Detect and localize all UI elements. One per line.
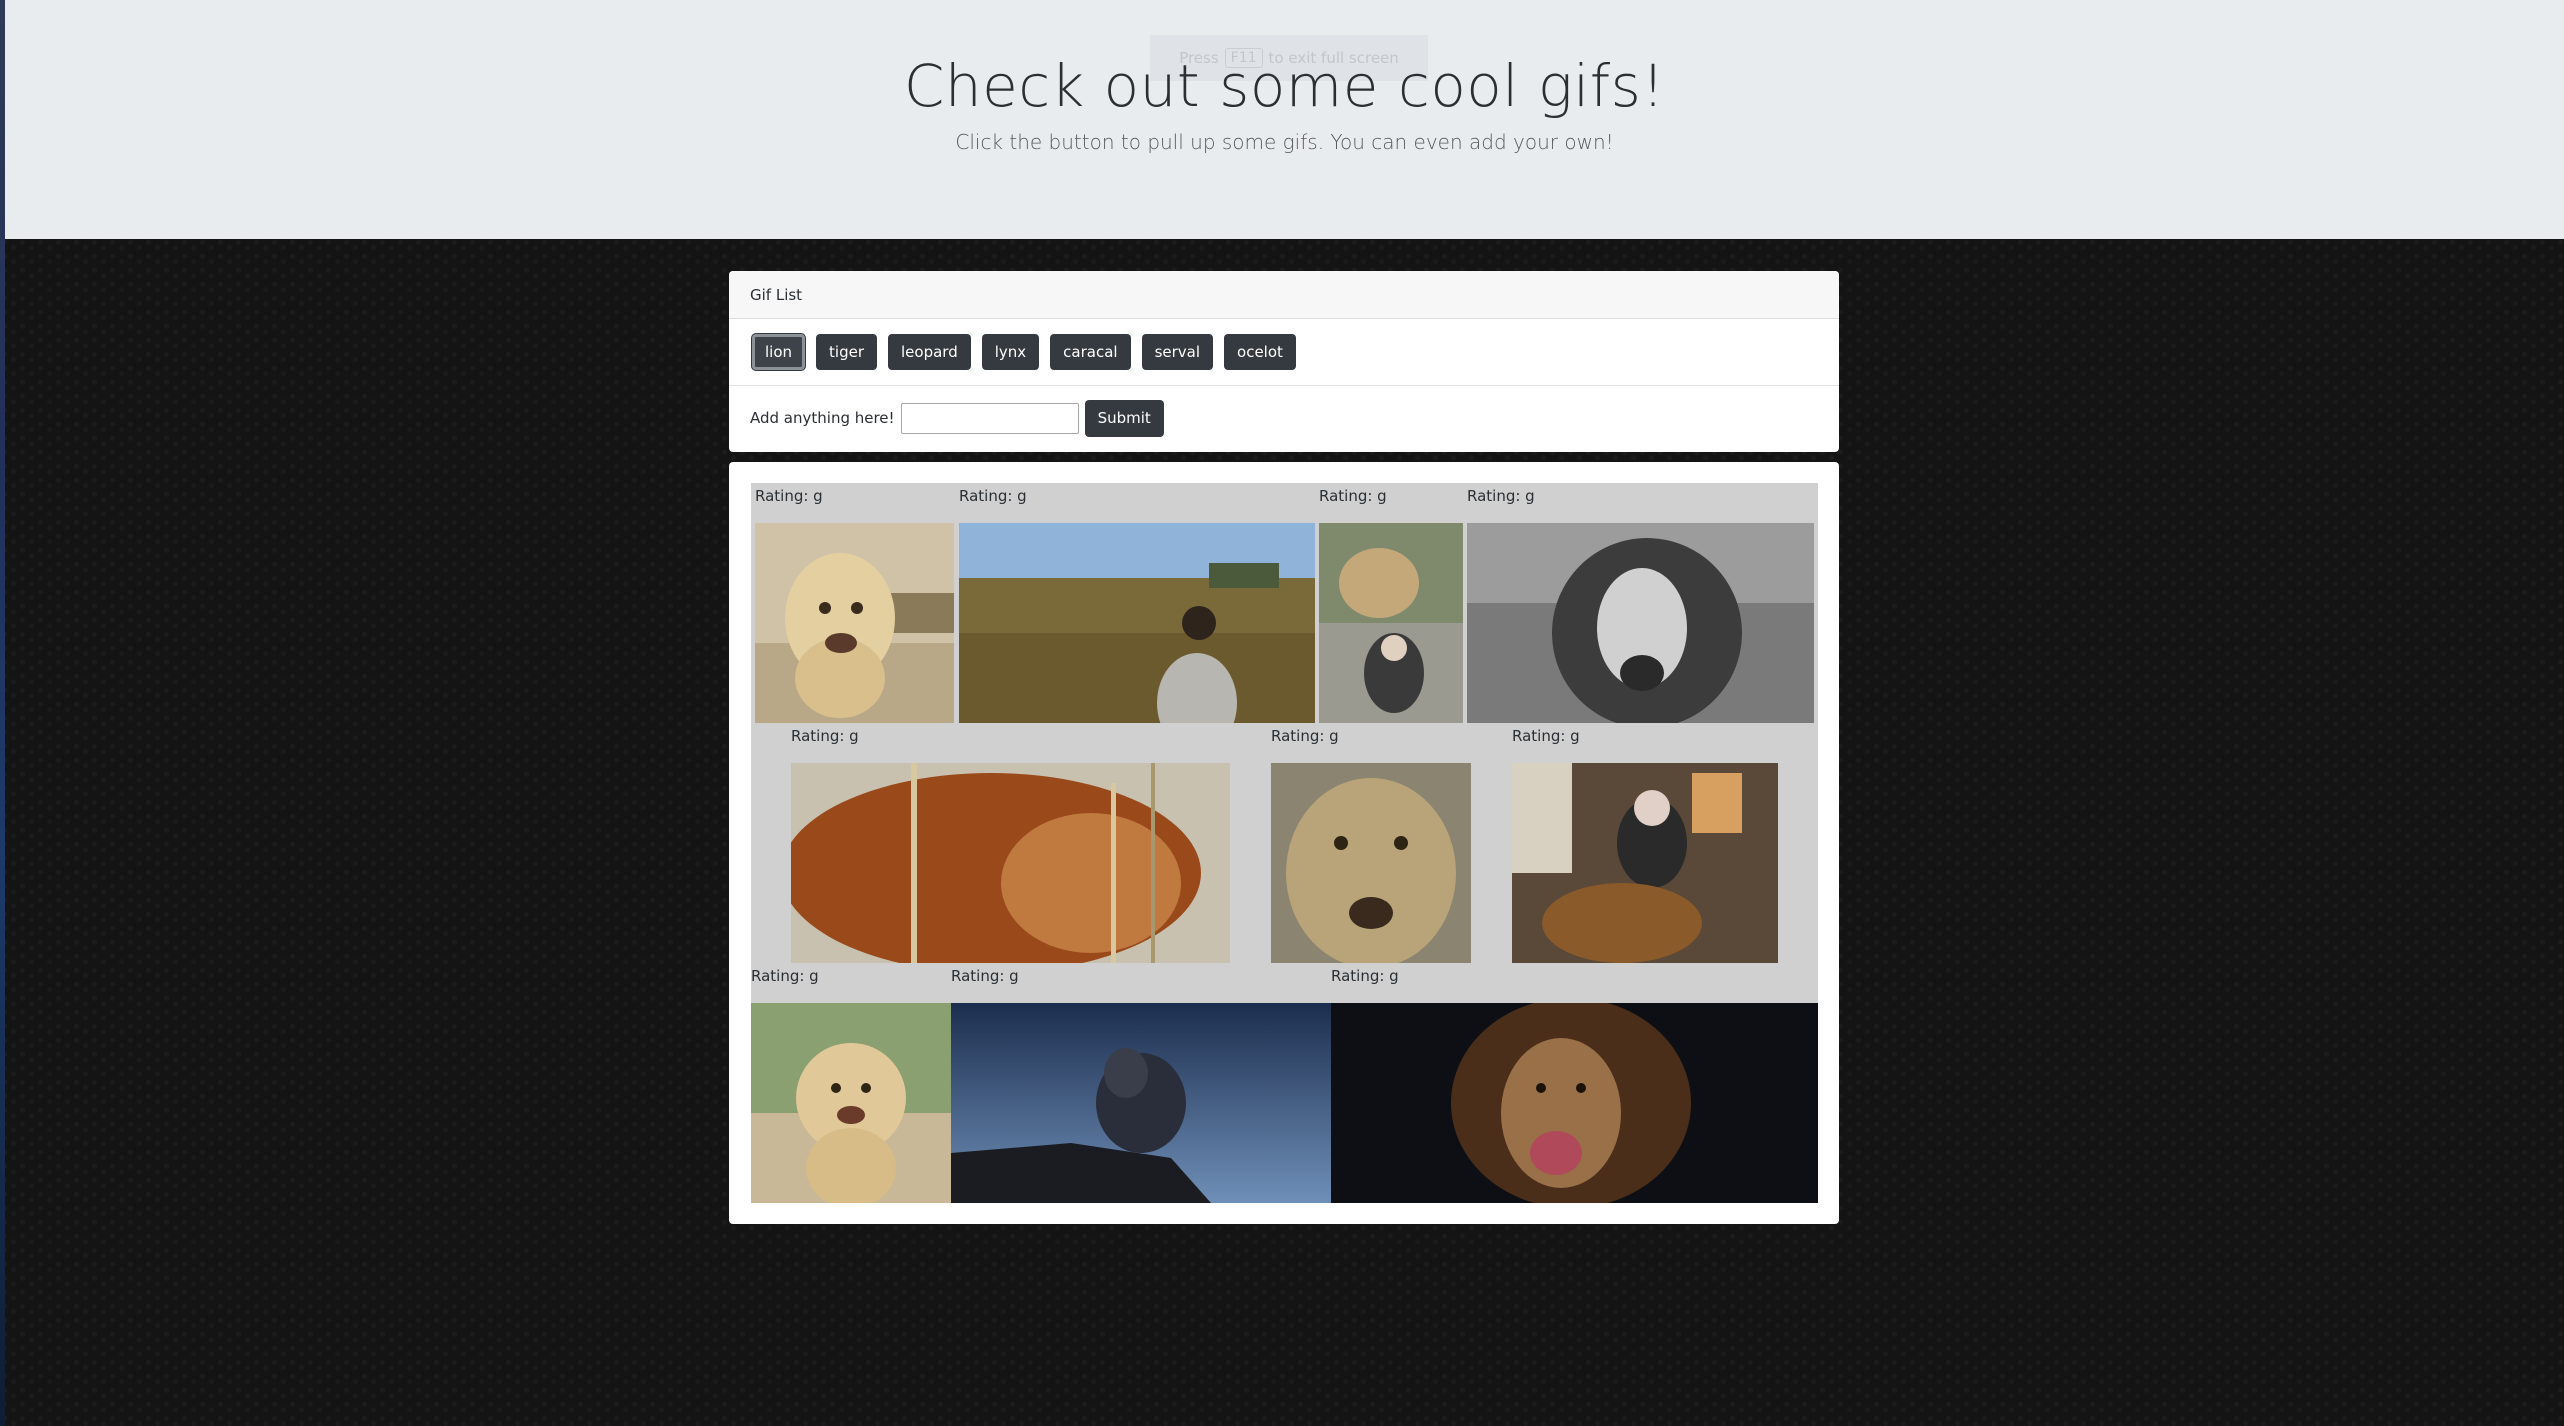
gif-rating: Rating: g <box>1331 963 1818 1003</box>
gif-item: Rating: g <box>755 483 954 723</box>
topic-button-lion[interactable]: lion <box>752 334 806 370</box>
gif-item: Rating: g <box>1319 483 1463 723</box>
jumbotron: Press F11 to exit full screen Check out … <box>5 0 2564 239</box>
gif-image[interactable] <box>1331 1003 1818 1203</box>
gif-image[interactable] <box>1512 763 1778 963</box>
gif-item: Rating: g <box>951 963 1331 1203</box>
gif-image[interactable] <box>791 763 1230 963</box>
submit-button[interactable]: Submit <box>1084 399 1164 437</box>
topic-button-lynx[interactable]: lynx <box>981 334 1040 370</box>
gif-button-row: lion tiger leopard lynx caracal serval o… <box>729 319 1839 386</box>
gif-image[interactable] <box>951 1003 1331 1203</box>
gif-rating: Rating: g <box>751 963 951 1003</box>
gif-item: Rating: g <box>791 723 1230 963</box>
gif-item: Rating: g <box>959 483 1315 723</box>
topic-button-leopard[interactable]: leopard <box>888 334 971 370</box>
gif-item: Rating: g <box>1512 723 1778 963</box>
gif-image[interactable] <box>751 1003 951 1203</box>
gif-item: Rating: g <box>1271 723 1471 963</box>
topic-button-caracal[interactable]: caracal <box>1050 334 1131 370</box>
gif-list-card: Gif List lion tiger leopard lynx caracal… <box>729 271 1839 452</box>
topic-button-serval[interactable]: serval <box>1141 334 1214 370</box>
gif-rating: Rating: g <box>1467 487 1535 505</box>
gif-grid: Rating: g Rating: g Rating: g Rating: g … <box>751 483 1818 1203</box>
add-topic-form: Add anything here! Submit <box>729 386 1839 450</box>
topic-button-tiger[interactable]: tiger <box>816 334 877 370</box>
gif-image[interactable] <box>1467 523 1814 723</box>
topic-button-ocelot[interactable]: ocelot <box>1224 334 1296 370</box>
gif-rating: Rating: g <box>951 963 1331 1003</box>
gif-rating: Rating: g <box>1271 727 1339 745</box>
gif-image[interactable] <box>959 523 1315 723</box>
add-topic-label: Add anything here! <box>750 409 895 427</box>
gif-rating: Rating: g <box>1512 727 1580 745</box>
gif-image[interactable] <box>1319 523 1463 723</box>
page-title: Check out some cool gifs! <box>903 52 1666 120</box>
gif-item: Rating: g <box>751 963 951 1203</box>
gif-rating: Rating: g <box>755 487 823 505</box>
gif-image[interactable] <box>1271 763 1471 963</box>
add-topic-input[interactable] <box>900 402 1079 434</box>
gif-results-card: Rating: g Rating: g Rating: g Rating: g … <box>729 462 1839 1224</box>
gif-image[interactable] <box>755 523 954 723</box>
gif-item: Rating: g <box>1331 963 1818 1203</box>
gif-list-header: Gif List <box>729 271 1839 319</box>
page-lead: Click the button to pull up some gifs. Y… <box>955 130 1614 154</box>
gif-item: Rating: g <box>1467 483 1814 723</box>
gif-rating: Rating: g <box>959 487 1027 505</box>
gif-rating: Rating: g <box>1319 487 1387 505</box>
gif-rating: Rating: g <box>791 727 859 745</box>
